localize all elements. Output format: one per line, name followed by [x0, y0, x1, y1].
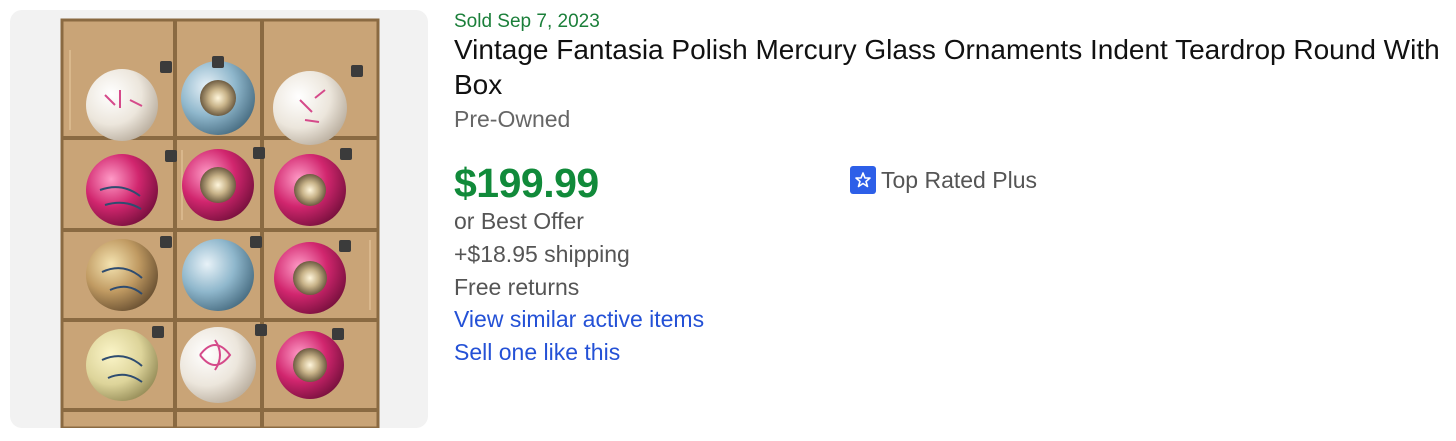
view-similar-items-link[interactable]: View similar active items	[454, 306, 704, 333]
sold-date-label: Sold Sep 7, 2023	[454, 11, 600, 32]
badge-label: Top Rated Plus	[881, 166, 1037, 193]
listing-card[interactable]: Sold Sep 7, 2023 Vintage Fantasia Polish…	[0, 0, 1456, 441]
listing-title[interactable]: Vintage Fantasia Polish Mercury Glass Or…	[454, 32, 1454, 102]
item-price: $199.99	[454, 160, 599, 206]
top-rated-plus-badge: Top Rated Plus	[850, 166, 1037, 194]
listing-image[interactable]	[10, 10, 428, 428]
shipping-cost: +$18.95 shipping	[454, 241, 630, 267]
ornaments-box-illustration	[60, 18, 380, 428]
returns-policy: Free returns	[454, 274, 580, 300]
item-condition: Pre-Owned	[454, 106, 571, 132]
ribbon-star-icon	[850, 166, 876, 194]
sell-one-like-this-link[interactable]: Sell one like this	[454, 339, 620, 366]
best-offer-label: or Best Offer	[454, 208, 584, 234]
